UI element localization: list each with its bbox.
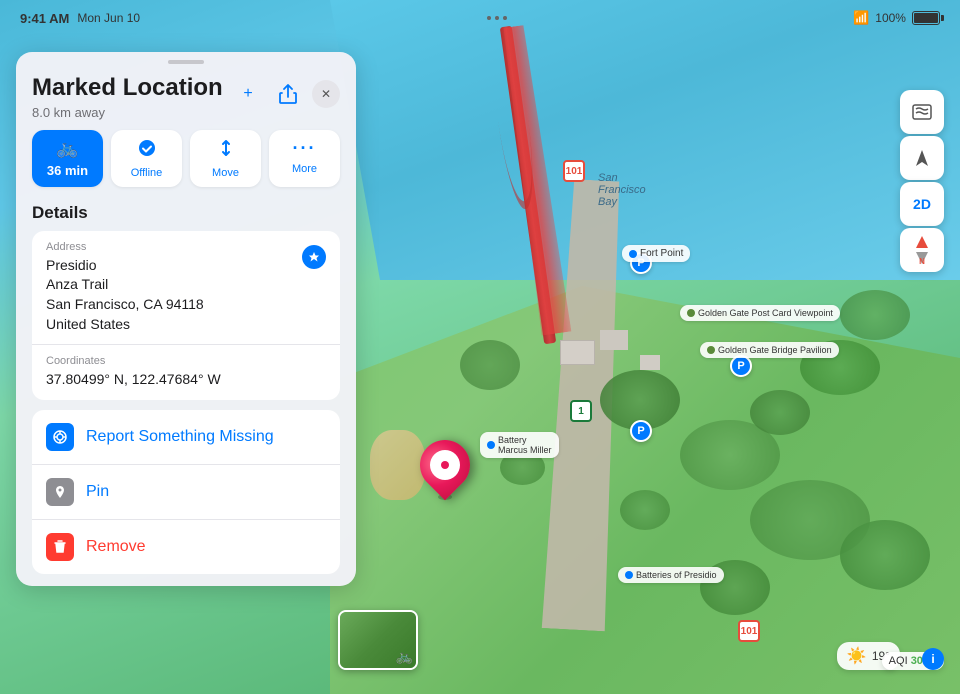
battery-tip: [941, 15, 944, 21]
trees-10: [840, 290, 910, 340]
panel-title-area: Marked Location 8.0 km away: [32, 74, 223, 120]
2d-view-button[interactable]: 2D: [900, 182, 944, 226]
highway-badge-1: 1: [570, 400, 592, 422]
coordinates-row: Coordinates 37.80499° N, 122.47684° W: [32, 345, 340, 400]
coordinates-content: Coordinates 37.80499° N, 122.47684° W: [46, 355, 221, 390]
bike-icon: 🚲: [56, 138, 78, 159]
move-label: Move: [212, 167, 239, 179]
2d-label: 2D: [913, 196, 931, 212]
more-button[interactable]: ··· More: [269, 130, 340, 187]
place-fort-point: Fort Point: [622, 245, 690, 262]
place-pavilion: Golden Gate Bridge Pavilion: [700, 342, 839, 358]
panel-subtitle: 8.0 km away: [32, 105, 223, 120]
more-icon: ···: [293, 138, 317, 159]
action-row: 🚲 36 min Offline Move: [16, 126, 356, 197]
battery-fill: [914, 13, 938, 23]
panel-header: Marked Location 8.0 km away + ✕: [16, 64, 356, 126]
address-nav-button[interactable]: [302, 245, 326, 269]
parking-marker-2: P: [730, 355, 752, 377]
weather-icon: ☀️: [847, 646, 867, 666]
status-date: Mon Jun 10: [77, 11, 140, 25]
status-bar: 9:41 AM Mon Jun 10 📶 100%: [0, 0, 960, 36]
map-layer-button[interactable]: [900, 90, 944, 134]
location-panel: Marked Location 8.0 km away + ✕ 🚲 36 min: [16, 52, 356, 586]
dot-3: [503, 16, 507, 20]
remove-icon: [46, 533, 74, 561]
details-title: Details: [32, 203, 340, 223]
share-icon: [279, 84, 297, 104]
trees-6: [750, 390, 810, 435]
add-icon: +: [243, 85, 252, 103]
place-battery-marcus: BatteryMarcus Miller: [480, 432, 559, 458]
compass-button[interactable]: N: [900, 228, 944, 272]
pin-inner: [424, 444, 466, 486]
coordinates-label: Coordinates: [46, 355, 221, 367]
building-3: [640, 355, 660, 370]
address-row: Address Presidio Anza Trail San Francisc…: [32, 231, 340, 345]
highway-badge-101-top: 101: [563, 160, 585, 182]
bike-button[interactable]: 🚲 36 min: [32, 130, 103, 187]
offline-icon: [137, 138, 157, 163]
parking-marker-3: P: [630, 420, 652, 442]
battery-percent: 100%: [875, 11, 906, 25]
trees-1: [460, 340, 520, 390]
info-bubble: i: [922, 648, 944, 670]
move-button[interactable]: Move: [190, 130, 261, 187]
share-button[interactable]: [272, 78, 304, 110]
pin-dot: [439, 459, 450, 470]
details-section: Details Address Presidio Anza Trail San …: [16, 197, 356, 578]
compass-icon: N: [908, 236, 936, 264]
place-viewpoint: Golden Gate Post Card Viewpoint: [680, 305, 840, 321]
report-label: Report Something Missing: [86, 428, 274, 446]
panel-title: Marked Location: [32, 74, 223, 103]
trees-sand: [370, 430, 425, 500]
address-value: Presidio Anza Trail San Francisco, CA 94…: [46, 256, 204, 334]
action-list: Report Something Missing Pin: [32, 410, 340, 574]
offline-label: Offline: [131, 167, 163, 179]
map-thumbnail[interactable]: 🚲: [338, 610, 418, 670]
close-icon: ✕: [321, 87, 331, 101]
thumbnail-image: 🚲: [340, 612, 416, 668]
trees-8: [620, 490, 670, 530]
panel-header-icons: + ✕: [232, 78, 340, 110]
pin-label: Pin: [86, 483, 109, 501]
location-button[interactable]: [900, 136, 944, 180]
dot-1: [487, 16, 491, 20]
location-pin[interactable]: [418, 440, 472, 504]
remove-label: Remove: [86, 538, 146, 556]
close-button[interactable]: ✕: [312, 80, 340, 108]
dot-2: [495, 16, 499, 20]
building-1: [560, 340, 595, 365]
add-button[interactable]: +: [232, 78, 264, 110]
offline-button[interactable]: Offline: [111, 130, 182, 187]
pin-item[interactable]: Pin: [32, 465, 340, 520]
map-water: [330, 0, 960, 280]
more-label: More: [292, 163, 317, 175]
info-card: Address Presidio Anza Trail San Francisc…: [32, 231, 340, 400]
aqi-text: AQI 30: [889, 655, 923, 667]
place-batteries-presidio: Batteries of Presidio: [618, 567, 724, 583]
pin-icon: [46, 478, 74, 506]
dots-container: [487, 16, 507, 20]
battery-icon: [912, 11, 940, 25]
move-icon: [216, 138, 236, 163]
status-icons: 📶 100%: [853, 10, 940, 26]
bike-time: 36 min: [47, 163, 88, 178]
wifi-icon: 📶: [853, 10, 869, 26]
pin-shape: [410, 430, 481, 501]
report-icon: [46, 423, 74, 451]
report-missing-item[interactable]: Report Something Missing: [32, 410, 340, 465]
address-content: Address Presidio Anza Trail San Francisc…: [46, 241, 204, 334]
golden-gate-bay-label: SanFranciscoBay: [598, 172, 646, 208]
coordinates-value: 37.80499° N, 122.47684° W: [46, 370, 221, 390]
remove-item[interactable]: Remove: [32, 520, 340, 574]
map-controls: 2D N: [900, 90, 944, 272]
trees-5: [840, 520, 930, 590]
thumbnail-bike-icon: 🚲: [396, 648, 413, 665]
highway-badge-101-bottom: 101: [738, 620, 760, 642]
building-2: [600, 330, 628, 350]
address-label: Address: [46, 241, 204, 253]
status-time: 9:41 AM: [20, 11, 69, 26]
